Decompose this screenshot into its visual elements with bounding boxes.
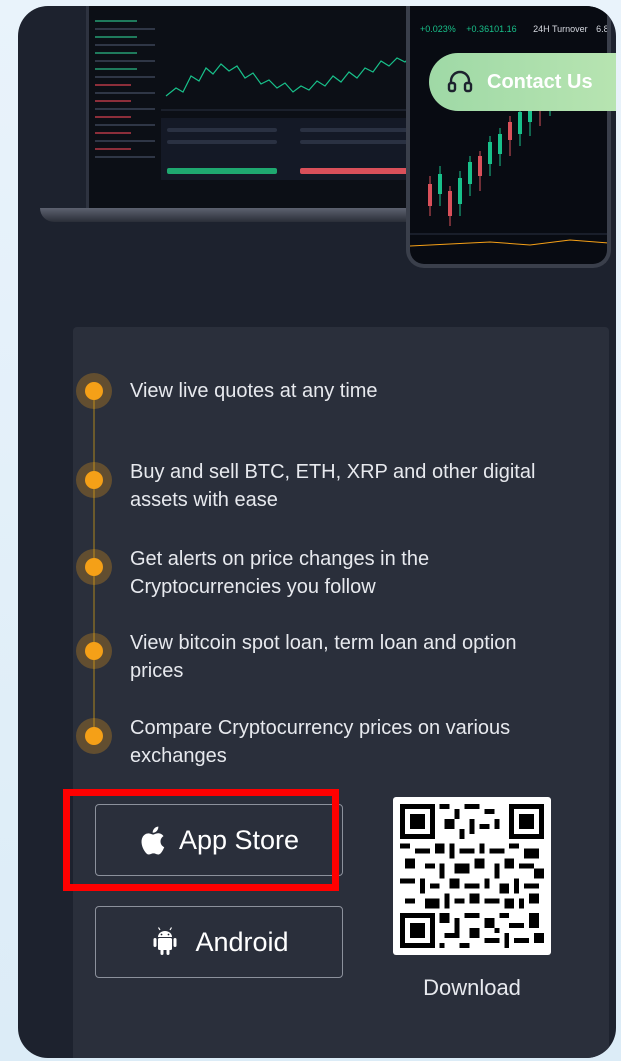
feature-text: View bitcoin spot loan, term loan and op…: [130, 632, 517, 682]
bullet-dot-icon: [76, 633, 112, 669]
bullet-dot-icon: [76, 549, 112, 585]
download-label: Download: [423, 975, 521, 1000]
bullet-dot-icon: [76, 718, 112, 754]
bullet-dot-icon: [76, 462, 112, 498]
laptop-mockup: [86, 6, 426, 211]
android-icon: [153, 927, 177, 955]
contact-us-button[interactable]: Contact Us: [429, 53, 616, 111]
contact-us-label: Contact Us: [487, 70, 593, 93]
feature-text: Get alerts on price changes in the Crypt…: [130, 548, 430, 598]
app-store-label: App Store: [178, 824, 300, 855]
apple-icon: [141, 826, 165, 855]
headset-icon: [447, 70, 473, 93]
android-label: Android: [195, 926, 289, 957]
feature-text: Buy and sell BTC, ETH, XRP and other dig…: [130, 461, 536, 511]
download-qr-code: [393, 797, 551, 955]
laptop-market-list: [95, 14, 155, 184]
laptop-base: [40, 208, 460, 222]
feature-text: View live quotes at any time: [130, 380, 378, 402]
bullet-dot-icon: [76, 373, 112, 409]
phone-mockup: +0.023% +0.36101.16 24H Turnover 6.86K: [406, 6, 611, 268]
laptop-price-chart: [161, 55, 416, 111]
phone-ticker: +0.023% +0.36101.16 24H Turnover 6.86K: [420, 24, 609, 34]
qr-code-icon: [400, 804, 544, 948]
app-store-button[interactable]: App Store: [95, 804, 343, 876]
android-button[interactable]: Android: [95, 906, 343, 978]
feature-text: Compare Cryptocurrency prices on various…: [130, 717, 511, 767]
hero-devices-image: +0.023% +0.36101.16 24H Turnover 6.86K: [18, 6, 616, 306]
laptop-trade-panel: [161, 118, 416, 180]
